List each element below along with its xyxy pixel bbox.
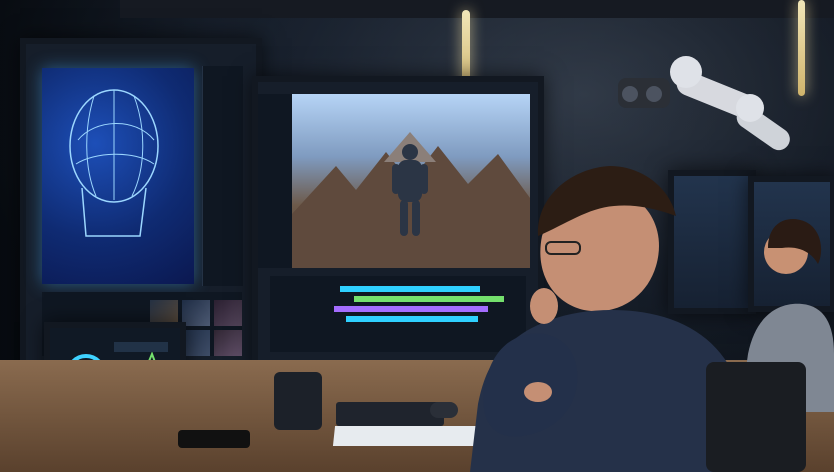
phone [178, 430, 250, 448]
thumbnail-5[interactable] [182, 330, 210, 356]
speaker [274, 372, 322, 430]
thumbnail-2[interactable] [182, 300, 210, 326]
track-3[interactable] [334, 306, 488, 312]
person-main-icon [470, 166, 740, 472]
person-main [470, 140, 740, 472]
mouse[interactable] [430, 402, 458, 418]
head-wireframe-icon [69, 89, 159, 237]
editing-studio-scene [0, 0, 834, 472]
thumbnail-6[interactable] [214, 330, 242, 356]
paper-sheet [332, 426, 480, 446]
track-4[interactable] [346, 316, 478, 322]
head-wireframe-panel [42, 68, 194, 284]
ceiling-beam [120, 0, 834, 18]
thumbnail-3[interactable] [214, 300, 242, 326]
center-monitor-left-toolbar [258, 94, 293, 268]
office-chair [706, 362, 806, 472]
track-1[interactable] [340, 286, 480, 292]
left-monitor-sidebar [202, 66, 243, 286]
keyboard[interactable] [336, 402, 444, 426]
